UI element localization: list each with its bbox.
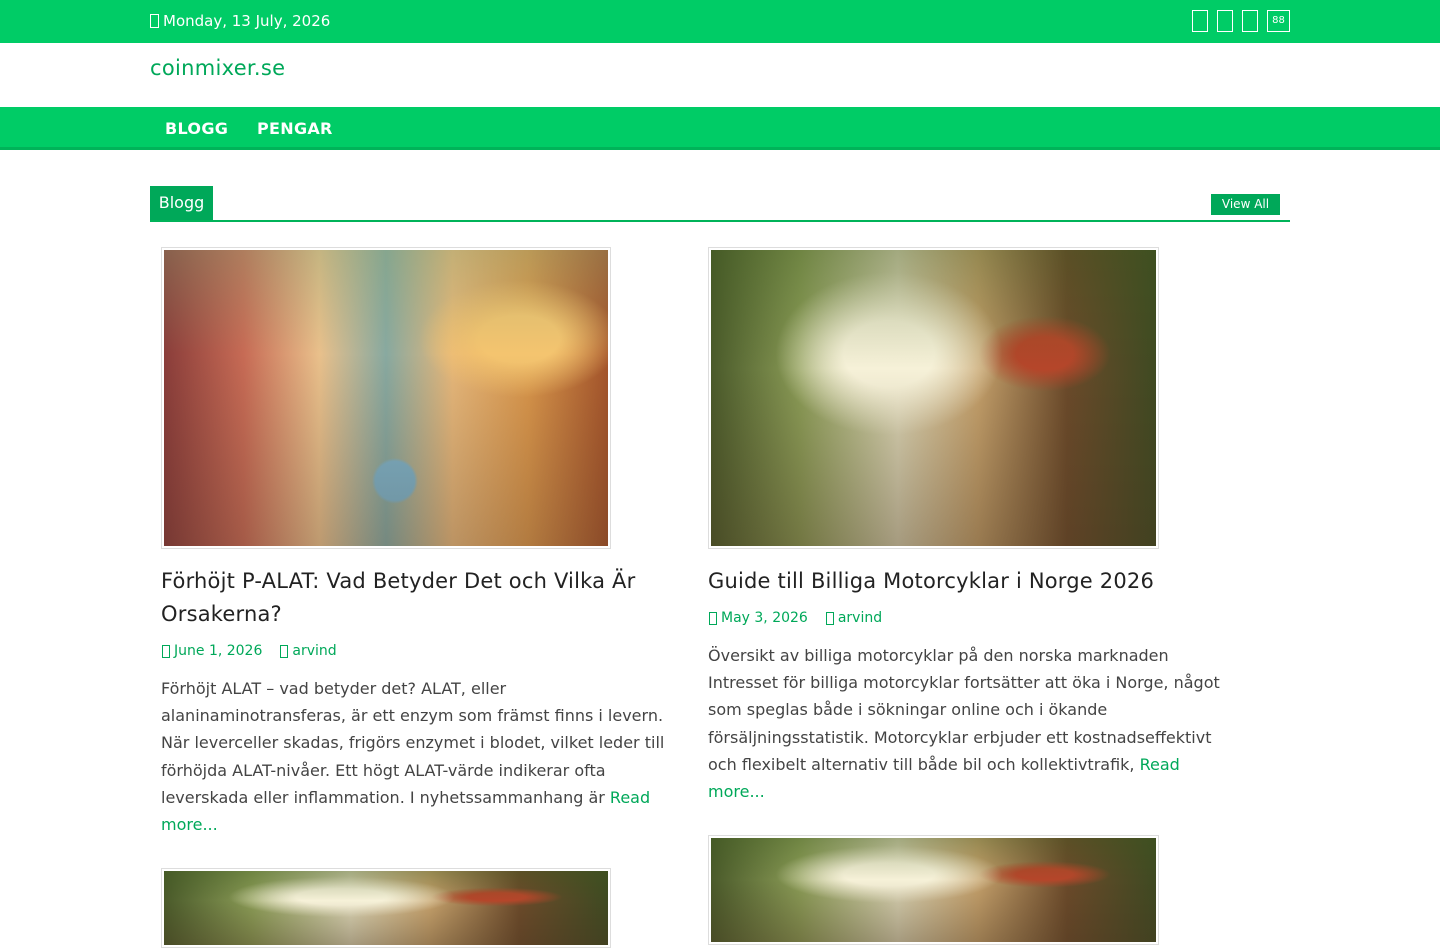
post-excerpt-2: Översikt av billiga motorcyklar på den n…: [708, 642, 1230, 805]
post-image-4[interactable]: [708, 835, 1159, 945]
village-image: [164, 250, 608, 546]
post-date-1[interactable]: June 1, 2026: [162, 643, 262, 659]
section-header: Blogg View All: [150, 186, 1290, 222]
cafe-image: [164, 871, 608, 945]
top-bar: Monday, 13 July, 2026 88: [0, 0, 1440, 43]
excerpt-text: Förhöjt ALAT – vad betyder det? ALAT, el…: [161, 679, 665, 807]
post-meta-1: June 1, 2026 arvind: [162, 643, 337, 659]
twitter-icon[interactable]: [1217, 10, 1233, 32]
nav-item-blogg[interactable]: BLOGG: [165, 119, 228, 138]
calendar-icon: [709, 611, 717, 625]
cafe-image: [711, 250, 1156, 546]
post-date-2[interactable]: May 3, 2026: [709, 610, 808, 626]
post-title-1[interactable]: Förhöjt P-ALAT: Vad Betyder Det och Vilk…: [161, 565, 681, 631]
post-author-2[interactable]: arvind: [825, 610, 883, 626]
post-date-text: June 1, 2026: [174, 643, 263, 659]
user-icon: [825, 611, 834, 625]
post-meta-2: May 3, 2026 arvind: [709, 610, 882, 626]
post-image-1[interactable]: [161, 247, 611, 549]
main-nav: BLOGG PENGAR: [0, 107, 1440, 150]
post-image-3[interactable]: [161, 868, 611, 948]
cafe-image: [711, 838, 1156, 942]
instagram-icon[interactable]: [1242, 10, 1258, 32]
facebook-icon[interactable]: [1192, 10, 1208, 32]
post-excerpt-1: Förhöjt ALAT – vad betyder det? ALAT, el…: [161, 675, 683, 838]
user-icon: [280, 644, 289, 658]
calendar-icon: [150, 14, 159, 28]
post-date-text: May 3, 2026: [721, 610, 808, 626]
section-title: Blogg: [150, 186, 213, 220]
post-author-text: arvind: [292, 643, 337, 659]
post-author-1[interactable]: arvind: [280, 643, 337, 659]
calendar-icon: [162, 644, 170, 658]
site-title[interactable]: coinmixer.se: [150, 56, 285, 80]
post-author-text: arvind: [837, 610, 883, 626]
nav-item-pengar[interactable]: PENGAR: [257, 119, 333, 138]
post-image-2[interactable]: [708, 247, 1159, 549]
post-title-2[interactable]: Guide till Billiga Motorcyklar i Norge 2…: [708, 565, 1248, 598]
grid-icon[interactable]: 88: [1267, 10, 1290, 32]
social-links: 88: [1192, 10, 1290, 32]
current-date: Monday, 13 July, 2026: [150, 12, 330, 30]
date-text: Monday, 13 July, 2026: [163, 12, 331, 30]
view-all-button[interactable]: View All: [1211, 194, 1280, 215]
